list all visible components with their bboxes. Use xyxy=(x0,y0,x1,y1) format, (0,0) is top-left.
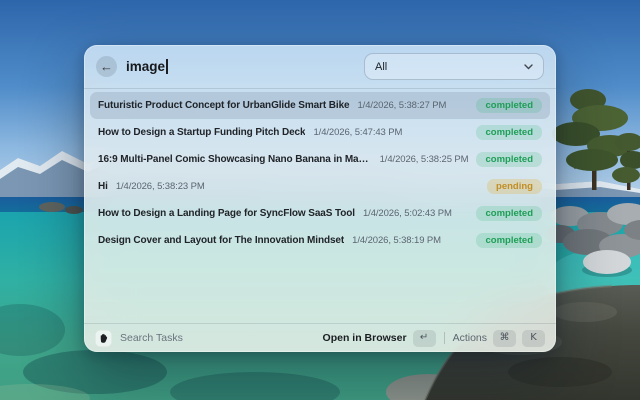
task-title: Futuristic Product Concept for UrbanGlid… xyxy=(98,100,350,111)
task-row[interactable]: Hi 1/4/2026, 5:38:23 PM pending xyxy=(90,173,550,200)
manus-app-icon xyxy=(95,329,112,347)
task-row[interactable]: Futuristic Product Concept for UrbanGlid… xyxy=(90,92,550,119)
footer-separator xyxy=(443,332,445,344)
footer-context-label: Search Tasks xyxy=(120,332,183,344)
task-timestamp: 1/4/2026, 5:38:23 PM xyxy=(115,181,205,192)
task-timestamp: 1/4/2026, 5:38:19 PM xyxy=(352,235,441,246)
status-badge: completed xyxy=(476,205,542,222)
search-input[interactable]: image xyxy=(126,59,168,74)
footer-actions: Open in Browser ↵ Actions ⌘ K xyxy=(323,329,545,347)
back-button[interactable]: ← xyxy=(96,56,117,77)
task-timestamp: 1/4/2026, 5:38:25 PM xyxy=(379,154,469,165)
actions-menu-button[interactable]: Actions xyxy=(453,332,487,344)
search-bar: ← image All xyxy=(84,45,556,88)
hand-logo-icon xyxy=(100,333,108,343)
footer-bar: Search Tasks Open in Browser ↵ Actions ⌘… xyxy=(84,324,556,352)
status-badge: completed xyxy=(476,151,542,168)
status-badge: completed xyxy=(476,232,542,249)
empty-results-area xyxy=(84,254,556,323)
search-query-text: image xyxy=(126,59,166,74)
filter-dropdown[interactable]: All xyxy=(364,53,544,80)
task-title: How to Design a Startup Funding Pitch De… xyxy=(98,127,306,138)
chevron-down-icon xyxy=(524,63,533,70)
status-badge: completed xyxy=(476,124,542,141)
task-title: Hi xyxy=(98,181,108,192)
back-arrow-icon: ← xyxy=(100,59,113,74)
text-cursor xyxy=(166,59,168,74)
task-title: 16:9 Multi-Panel Comic Showcasing Nano B… xyxy=(98,154,372,165)
status-badge: pending xyxy=(487,178,542,195)
task-row[interactable]: Design Cover and Layout for The Innovati… xyxy=(90,227,550,254)
task-row[interactable]: How to Design a Landing Page for SyncFlo… xyxy=(90,200,550,227)
k-key-icon: K xyxy=(522,329,545,347)
command-key-icon: ⌘ xyxy=(493,329,516,347)
task-timestamp: 1/4/2026, 5:47:43 PM xyxy=(313,127,403,138)
filter-selected-value: All xyxy=(375,60,388,73)
task-title: How to Design a Landing Page for SyncFlo… xyxy=(98,208,355,219)
task-timestamp: 1/4/2026, 5:02:43 PM xyxy=(362,208,452,219)
task-row[interactable]: How to Design a Startup Funding Pitch De… xyxy=(90,119,550,146)
return-key-icon: ↵ xyxy=(412,329,436,347)
task-launcher-window: ← image All Futuristic Product Concept f… xyxy=(84,45,556,352)
task-title: Design Cover and Layout for The Innovati… xyxy=(98,235,345,246)
task-row[interactable]: 16:9 Multi-Panel Comic Showcasing Nano B… xyxy=(90,146,550,173)
open-in-browser-button[interactable]: Open in Browser xyxy=(323,332,407,344)
task-timestamp: 1/4/2026, 5:38:27 PM xyxy=(357,100,447,111)
status-badge: completed xyxy=(476,97,542,114)
task-list: Futuristic Product Concept for UrbanGlid… xyxy=(84,89,556,254)
